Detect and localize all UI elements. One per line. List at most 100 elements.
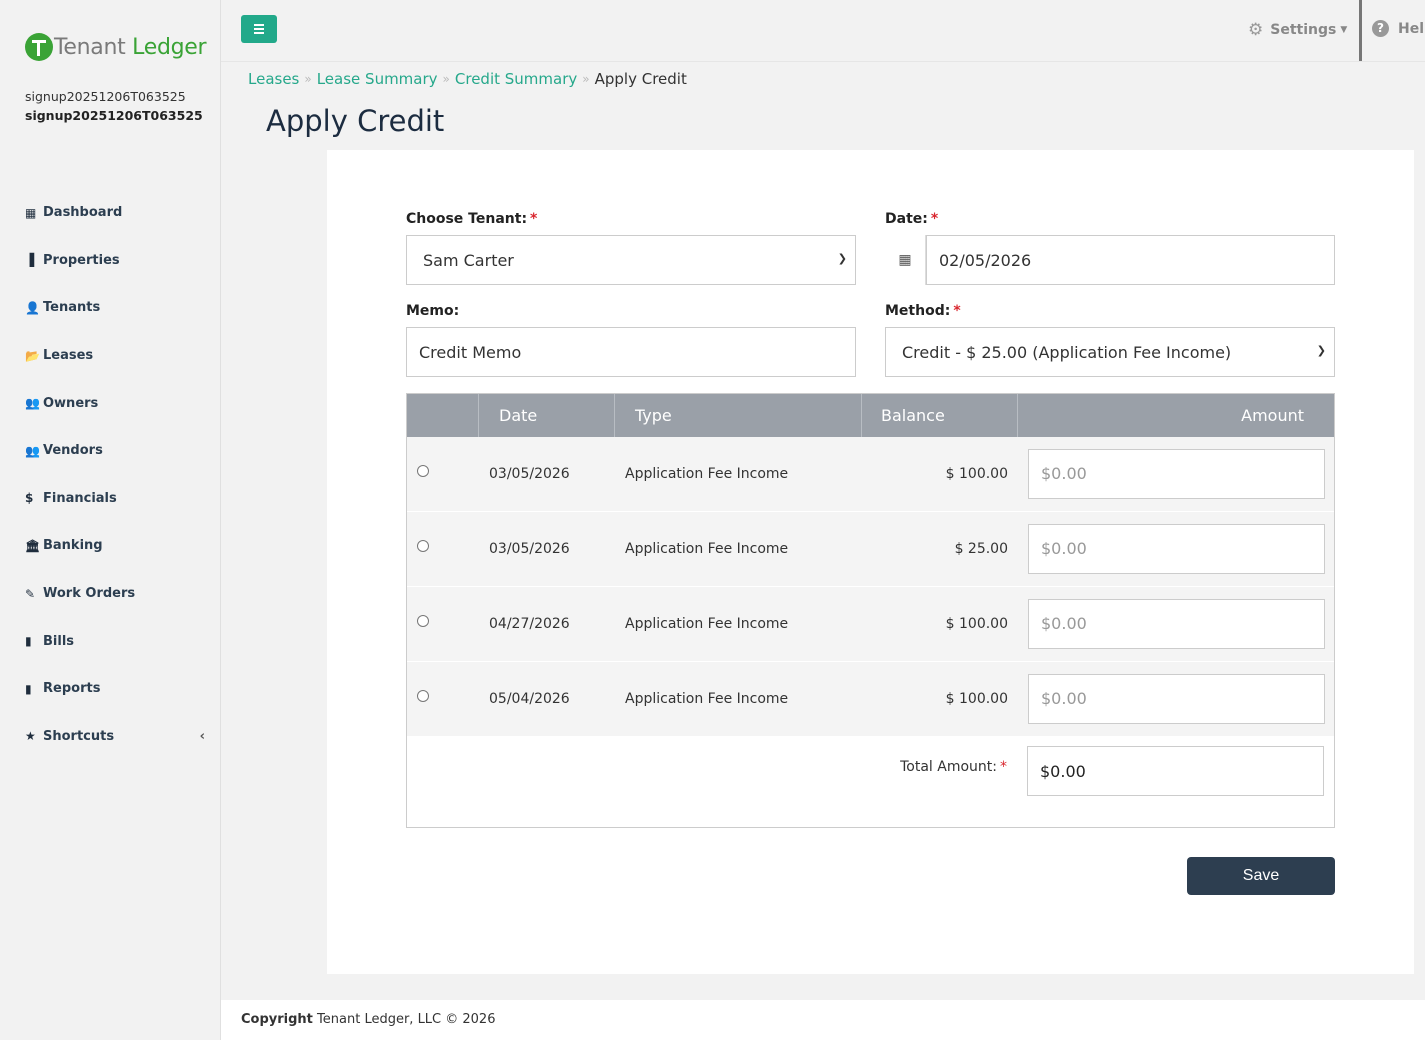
logo-text-part2: Ledger: [132, 34, 207, 60]
date-label: Date: *: [885, 211, 939, 227]
row-balance: $ 100.00: [945, 690, 1008, 707]
table-row: 04/27/2026 Application Fee Income $ 100.…: [407, 587, 1334, 662]
sidebar-item-label: Reports: [43, 681, 101, 697]
table-row: 03/05/2026 Application Fee Income $ 100.…: [407, 437, 1334, 512]
memo-label: Memo:: [406, 303, 460, 319]
sidebar-item-owners[interactable]: 👥 Owners: [25, 379, 205, 427]
users-icon: 👥: [25, 396, 40, 411]
star-icon: ★: [25, 729, 36, 744]
footer: Copyright Tenant Ledger, LLC © 2026: [221, 1000, 1425, 1040]
sidebar-item-label: Work Orders: [43, 586, 136, 602]
memo-input[interactable]: Credit Memo: [406, 327, 856, 377]
sidebar-item-label: Tenants: [43, 300, 101, 316]
row-radio[interactable]: [417, 464, 429, 477]
edit-icon: ✎: [25, 586, 36, 601]
sidebar-item-vendors[interactable]: 👥 Vendors: [25, 427, 205, 475]
app-logo[interactable]: Tenant Ledger: [25, 33, 207, 61]
required-mark: *: [1000, 759, 1007, 775]
table-header-select: [407, 394, 479, 437]
row-radio[interactable]: [417, 614, 429, 627]
file-icon: ▮: [25, 634, 32, 649]
topbar-border: [221, 61, 1425, 62]
sidebar-item-label: Shortcuts: [43, 728, 115, 744]
table-header-date: Date: [479, 394, 615, 437]
save-button[interactable]: Save: [1187, 857, 1335, 895]
sidebar: Tenant Ledger signup20251206T063525 sign…: [0, 0, 221, 1040]
building-icon: ▐: [25, 253, 35, 268]
menu-toggle-button[interactable]: [241, 15, 277, 43]
amount-input[interactable]: $0.00: [1028, 523, 1325, 574]
row-type: Application Fee Income: [625, 615, 789, 632]
total-row: Total Amount: * $0.00: [407, 737, 1334, 827]
breadcrumb-lease-summary[interactable]: Lease Summary: [317, 70, 438, 88]
row-balance: $ 100.00: [945, 465, 1008, 482]
double-chevron-icon: »: [582, 72, 590, 86]
row-date: 04/27/2026: [489, 615, 570, 632]
sidebar-item-reports[interactable]: ▮ Reports: [25, 665, 205, 713]
settings-menu[interactable]: ⚙ Settings ▼: [1248, 20, 1347, 40]
row-date: 05/04/2026: [489, 690, 570, 707]
row-type: Application Fee Income: [625, 690, 789, 707]
required-mark: *: [530, 211, 538, 227]
logo-icon: [25, 33, 53, 61]
page-title: Apply Credit: [266, 104, 445, 138]
dollar-icon: $: [25, 491, 34, 506]
question-icon: ?: [1372, 20, 1389, 37]
amount-input[interactable]: $0.00: [1028, 673, 1325, 724]
breadcrumb-credit-summary[interactable]: Credit Summary: [455, 70, 577, 88]
user-icon: 👤: [25, 300, 40, 315]
row-balance: $ 100.00: [945, 615, 1008, 632]
sidebar-item-label: Vendors: [43, 443, 103, 459]
tenant-select[interactable]: Sam Carter ❯: [406, 235, 856, 285]
user-name: signup20251206T063525: [25, 89, 186, 104]
row-radio[interactable]: [417, 689, 429, 702]
tenant-label: Choose Tenant: *: [406, 211, 538, 227]
chevron-down-icon: ❯: [1316, 344, 1326, 357]
hamburger-icon: [254, 24, 264, 26]
sidebar-item-work-orders[interactable]: ✎ Work Orders: [25, 570, 205, 618]
sidebar-item-leases[interactable]: 📂 Leases: [25, 332, 205, 380]
required-mark: *: [953, 303, 961, 319]
users-icon: 👥: [25, 443, 40, 458]
sidebar-item-label: Banking: [43, 538, 103, 554]
sidebar-item-financials[interactable]: $ Financials: [25, 475, 205, 523]
chevron-left-icon[interactable]: ‹: [200, 729, 205, 744]
copyright-text: Copyright Tenant Ledger, LLC © 2026: [241, 1012, 496, 1027]
charges-table: Date Type Balance Amount 03/05/2026 Appl…: [406, 393, 1335, 828]
user-account: signup20251206T063525: [25, 108, 203, 123]
sidebar-item-banking[interactable]: 🏛 Banking: [25, 522, 205, 570]
amount-input[interactable]: $0.00: [1028, 598, 1325, 649]
sidebar-item-tenants[interactable]: 👤 Tenants: [25, 284, 205, 332]
gear-icon: ⚙: [1248, 20, 1264, 40]
sidebar-item-bills[interactable]: ▮ Bills: [25, 617, 205, 665]
breadcrumb: Leases » Lease Summary » Credit Summary …: [248, 70, 687, 88]
method-select[interactable]: Credit - $ 25.00 (Application Fee Income…: [885, 327, 1335, 377]
table-row: 03/05/2026 Application Fee Income $ 25.0…: [407, 512, 1334, 587]
date-input[interactable]: 02/05/2026: [926, 235, 1335, 285]
topbar-divider: [1359, 0, 1362, 61]
file-icon: ▮: [25, 681, 32, 696]
sidebar-item-properties[interactable]: ▐ Properties: [25, 237, 205, 285]
amount-input[interactable]: $0.00: [1028, 448, 1325, 499]
sidebar-item-label: Bills: [43, 633, 75, 649]
sidebar-item-label: Financials: [43, 490, 117, 506]
breadcrumb-leases[interactable]: Leases: [248, 70, 299, 88]
row-radio[interactable]: [417, 539, 429, 552]
sidebar-item-label: Owners: [43, 395, 99, 411]
sidebar-item-dashboard[interactable]: ▦ Dashboard: [25, 189, 205, 237]
help-menu[interactable]: ? Help: [1372, 20, 1425, 37]
double-chevron-icon: »: [304, 72, 312, 86]
row-type: Application Fee Income: [625, 465, 789, 482]
calendar-icon[interactable]: ▦: [885, 235, 926, 285]
total-amount-input[interactable]: $0.00: [1027, 746, 1324, 796]
row-date: 03/05/2026: [489, 465, 570, 482]
method-label: Method: *: [885, 303, 961, 319]
logo-text-part1: Tenant: [54, 34, 126, 60]
required-mark: *: [930, 211, 939, 227]
sidebar-item-label: Dashboard: [43, 205, 123, 221]
sidebar-item-shortcuts[interactable]: ★ Shortcuts ‹: [25, 713, 205, 761]
row-date: 03/05/2026: [489, 540, 570, 557]
row-type: Application Fee Income: [625, 540, 789, 557]
bank-icon: 🏛: [25, 538, 41, 553]
double-chevron-icon: »: [442, 72, 450, 86]
